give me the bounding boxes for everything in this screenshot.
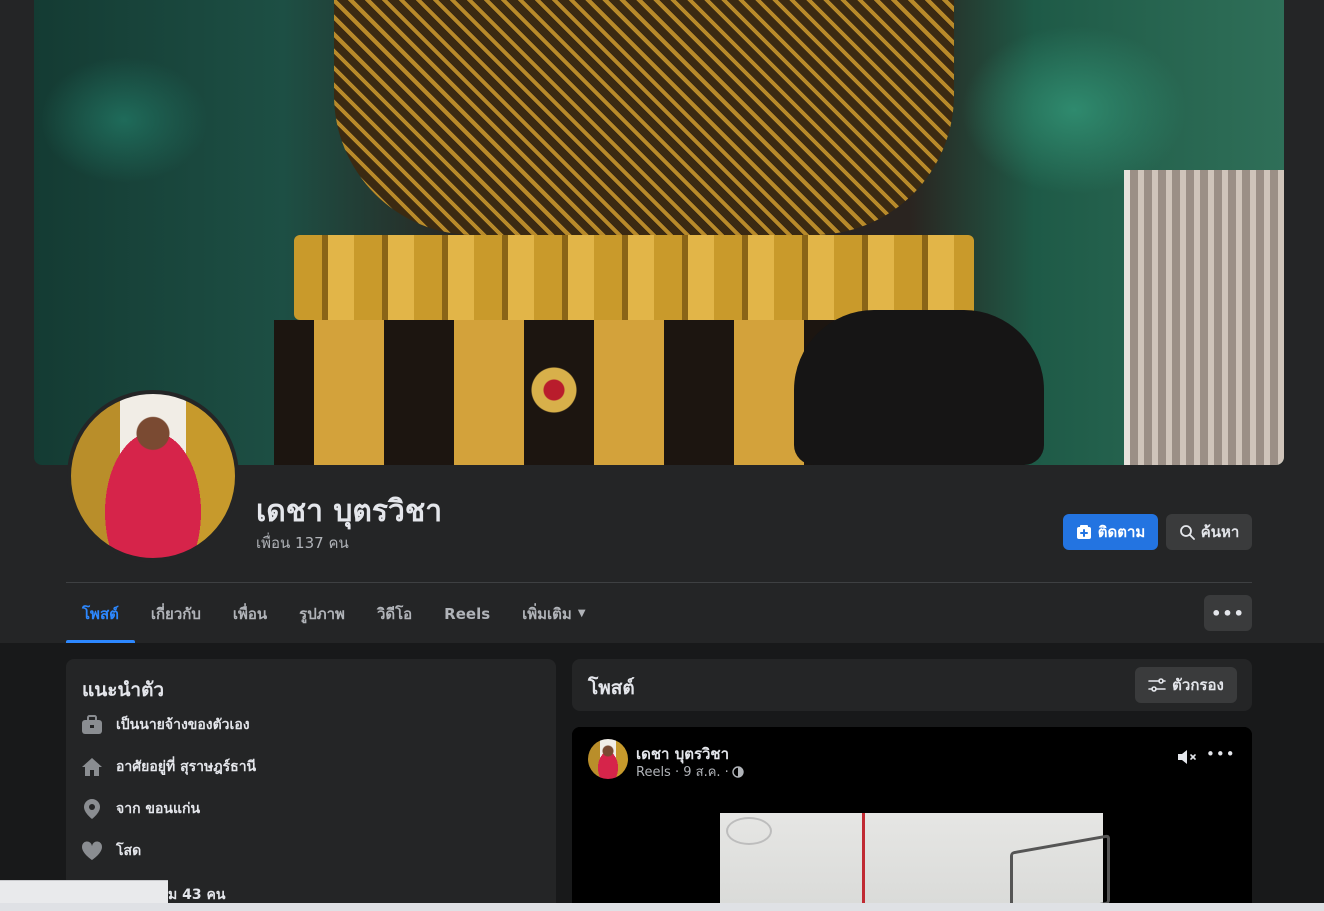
- follow-label: ติดตาม: [1097, 523, 1146, 541]
- home-icon: [80, 755, 104, 779]
- filter-button[interactable]: ตัวกรอง: [1135, 667, 1237, 703]
- mute-icon[interactable]: [1175, 745, 1199, 769]
- intro-card: แนะนำตัว เป็นนายจ้างของตัวเอง อาศัยอยู่ท…: [66, 659, 556, 911]
- cover-photo[interactable]: [34, 0, 1284, 465]
- follow-button[interactable]: ติดตาม: [1063, 514, 1158, 550]
- posts-header: โพสต์ ตัวกรอง: [572, 659, 1252, 711]
- tab-about[interactable]: เกี่ยวกับ: [135, 584, 217, 643]
- post-card: เดชา บุตรวิชา Reels · 9 ส.ค. · •••: [572, 727, 1252, 911]
- tab-posts[interactable]: โพสต์: [66, 584, 135, 643]
- tab-friends[interactable]: เพื่อน: [217, 584, 283, 643]
- tab-videos[interactable]: วิดีโอ: [361, 584, 428, 643]
- heart-icon: [80, 839, 104, 863]
- caret-down-icon: ▼: [577, 608, 586, 619]
- post-meta: Reels · 9 ส.ค. ·: [636, 761, 744, 782]
- follow-icon: [1076, 525, 1091, 539]
- more-options-button[interactable]: •••: [1204, 595, 1252, 631]
- search-icon: [1179, 525, 1195, 540]
- tab-photos[interactable]: รูปภาพ: [283, 584, 361, 643]
- profile-name: เดชา บุตรวิชา: [256, 494, 443, 529]
- reel-video[interactable]: [720, 813, 1110, 911]
- header-divider: [66, 582, 1252, 583]
- globe-icon: [732, 765, 744, 778]
- intro-item-lives: อาศัยอยู่ที่ สุราษฎร์ธานี: [80, 755, 256, 779]
- intro-item-work: เป็นนายจ้างของตัวเอง: [80, 713, 250, 737]
- ellipsis-icon: •••: [1211, 603, 1245, 623]
- search-label: ค้นหา: [1200, 523, 1240, 541]
- intro-item-from: จาก ขอนแก่น: [80, 797, 200, 821]
- filter-icon: [1148, 678, 1166, 692]
- friends-count[interactable]: เพื่อน 137 คน: [256, 531, 349, 555]
- post-header: เดชา บุตรวิชา Reels · 9 ส.ค. · •••: [572, 727, 1252, 787]
- filter-label: ตัวกรอง: [1172, 676, 1224, 694]
- post-more-icon[interactable]: •••: [1206, 745, 1235, 769]
- search-button[interactable]: ค้นหา: [1166, 514, 1252, 550]
- briefcase-icon: [80, 713, 104, 737]
- post-author-avatar[interactable]: [588, 739, 628, 779]
- intro-title: แนะนำตัว: [82, 679, 165, 701]
- profile-tabs: โพสต์ เกี่ยวกับ เพื่อน รูปภาพ วิดีโอ Ree…: [66, 584, 602, 643]
- intro-item-relationship: โสด: [80, 839, 141, 863]
- window-bottom-edge: [0, 903, 1324, 911]
- tab-more[interactable]: เพิ่มเติม ▼: [506, 584, 601, 643]
- location-pin-icon: [80, 797, 104, 821]
- tab-reels[interactable]: Reels: [428, 584, 506, 643]
- posts-title: โพสต์: [588, 677, 635, 699]
- profile-avatar[interactable]: [67, 390, 239, 562]
